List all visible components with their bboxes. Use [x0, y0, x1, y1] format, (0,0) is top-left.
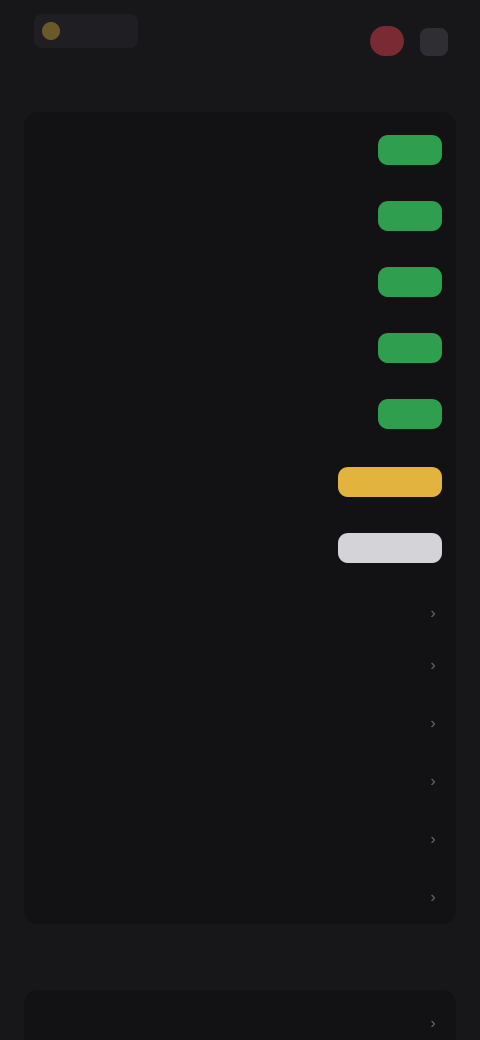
top-bar	[0, 0, 480, 64]
settings-row[interactable]	[24, 330, 456, 370]
chevron-right-icon: ›	[430, 889, 436, 906]
settings-row[interactable]	[24, 198, 456, 238]
logo-icon	[42, 22, 60, 40]
settings-row[interactable]: ›	[24, 704, 456, 744]
app-logo[interactable]	[34, 14, 138, 48]
settings-row[interactable]: ›	[24, 646, 456, 686]
settings-row[interactable]: ›	[24, 594, 456, 634]
settings-card: › › › › › ›	[24, 112, 456, 924]
status-pill[interactable]	[378, 332, 442, 363]
status-pill[interactable]	[378, 266, 442, 297]
settings-row[interactable]: ›	[24, 878, 456, 918]
settings-row[interactable]	[24, 132, 456, 172]
status-pill[interactable]	[338, 532, 442, 563]
settings-row[interactable]: ›	[24, 1004, 456, 1040]
settings-row[interactable]	[24, 530, 456, 570]
chevron-right-icon: ›	[430, 657, 436, 674]
status-pill[interactable]	[378, 398, 442, 429]
chevron-right-icon: ›	[430, 605, 436, 622]
status-pill[interactable]	[378, 200, 442, 231]
settings-card-secondary: ›	[24, 990, 456, 1040]
app-root: › › › › › › ›	[0, 0, 480, 1040]
menu-icon[interactable]	[420, 28, 448, 56]
settings-row[interactable]	[24, 464, 456, 504]
chevron-right-icon: ›	[430, 715, 436, 732]
status-pill[interactable]	[378, 134, 442, 165]
settings-row[interactable]: ›	[24, 820, 456, 860]
status-pill[interactable]	[338, 466, 442, 497]
record-icon[interactable]	[370, 26, 404, 56]
settings-row[interactable]	[24, 264, 456, 304]
chevron-right-icon: ›	[430, 773, 436, 790]
settings-row[interactable]: ›	[24, 762, 456, 802]
chevron-right-icon: ›	[430, 831, 436, 848]
settings-row[interactable]	[24, 396, 456, 436]
chevron-right-icon: ›	[430, 1015, 436, 1032]
